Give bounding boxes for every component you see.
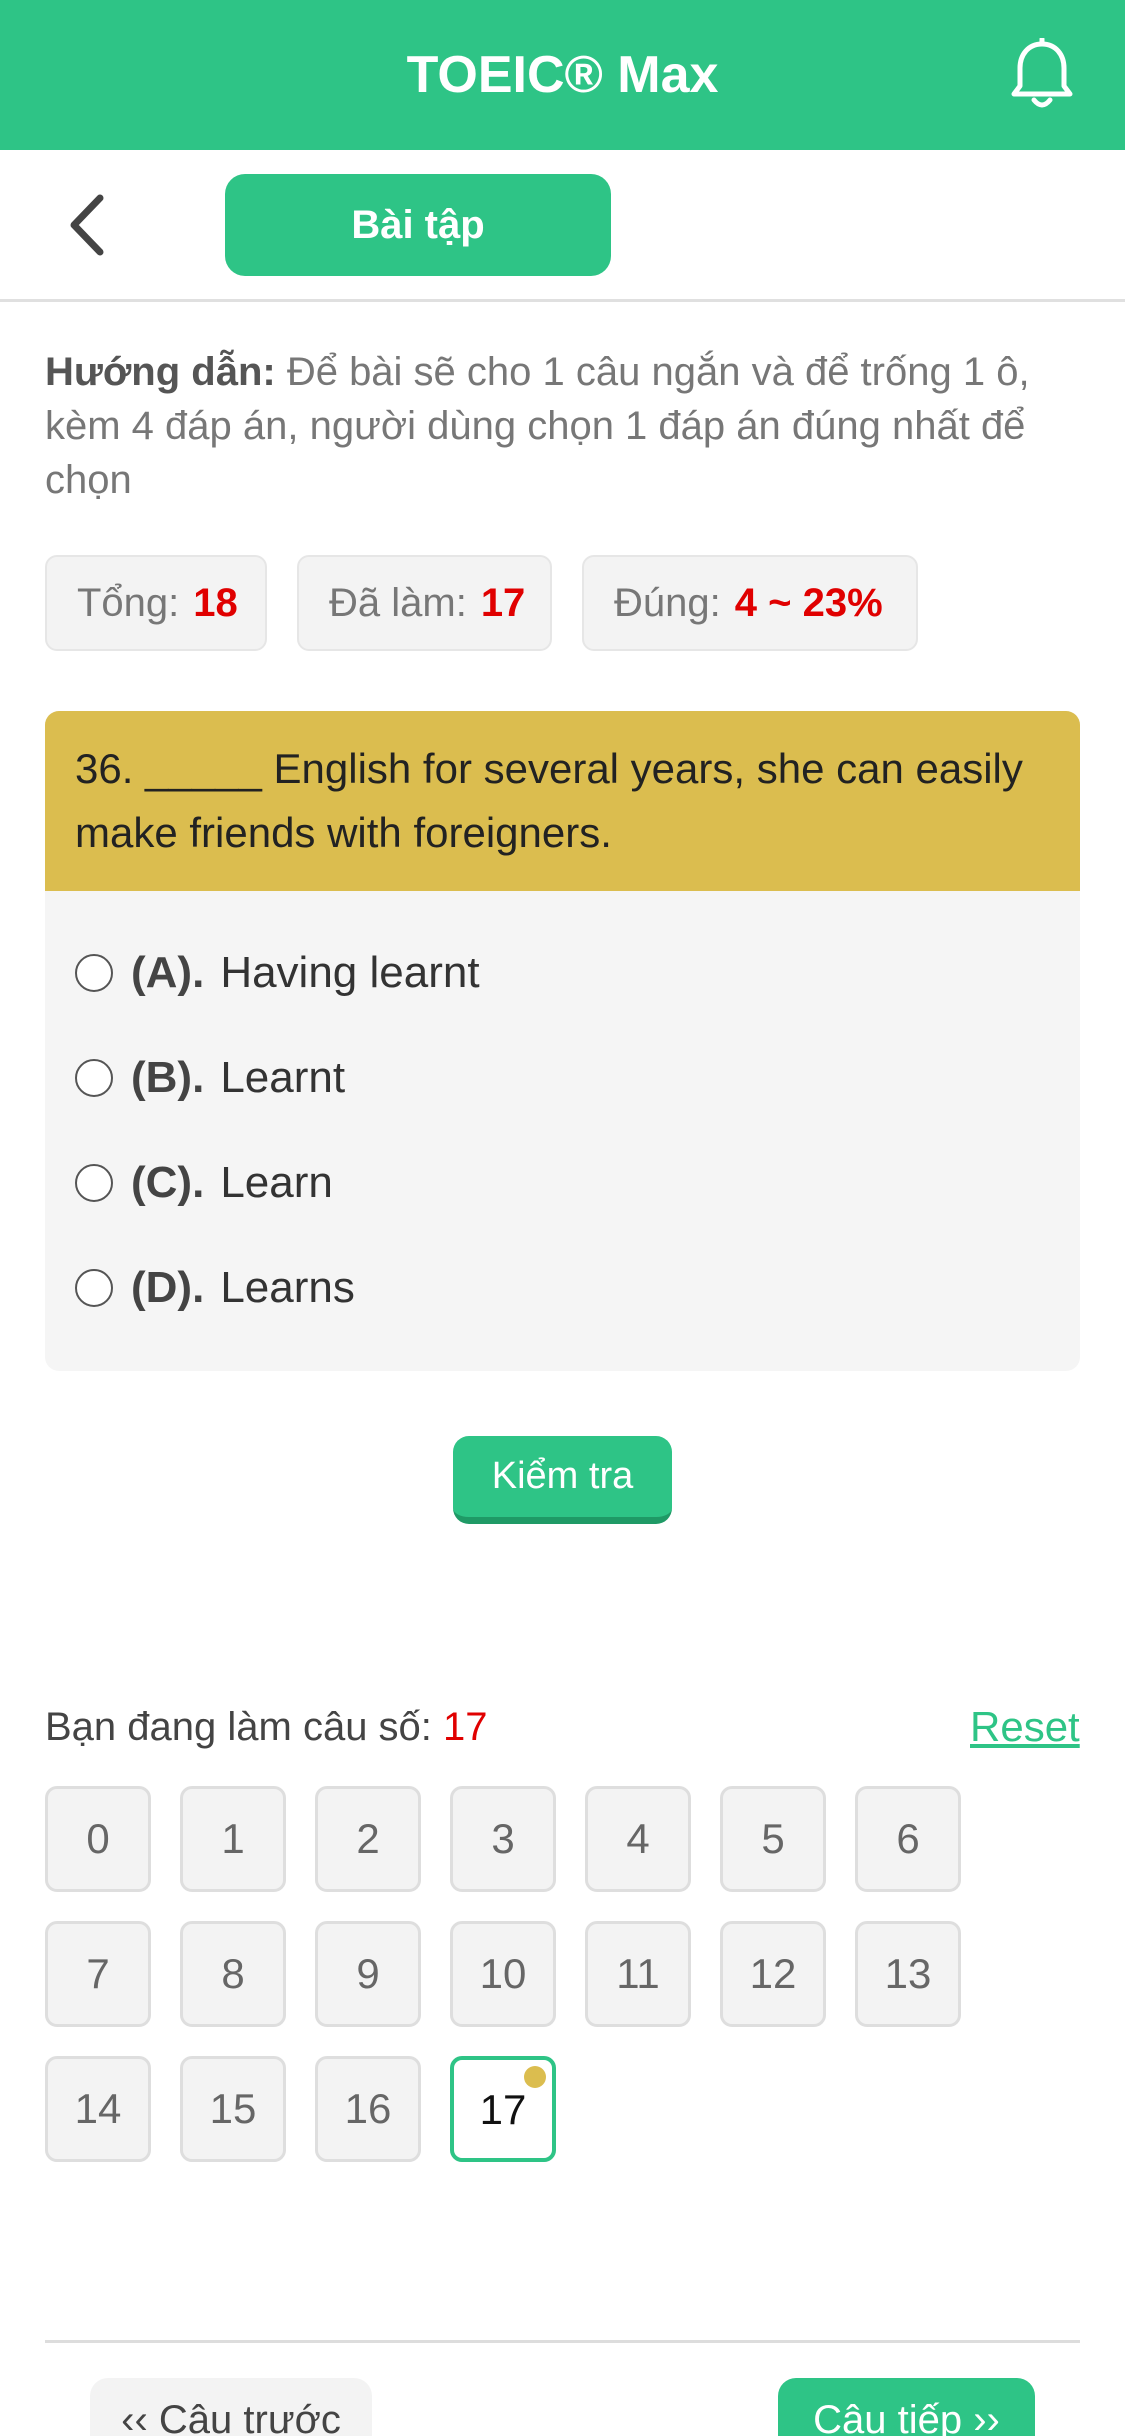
stat-correct: Đúng: 4 ~ 23% (582, 555, 918, 651)
option-label: (D). (131, 1263, 205, 1312)
question-number-button[interactable]: 2 (315, 1786, 421, 1892)
option-d[interactable]: (D). Learns (75, 1253, 355, 1323)
radio-button[interactable] (75, 1059, 113, 1097)
question-number-button[interactable]: 16 (315, 2056, 421, 2162)
question-number-button[interactable]: 12 (720, 1921, 826, 2027)
question-number-button[interactable]: 11 (585, 1921, 691, 2027)
option-label: (C). (131, 1158, 205, 1207)
question-number-button[interactable]: 4 (585, 1786, 691, 1892)
divider (45, 2340, 1080, 2343)
option-text: Having learnt (220, 948, 480, 997)
instructions: Hướng dẫn: Để bài sẽ cho 1 câu ngắn và đ… (45, 345, 1085, 507)
question-number-button[interactable]: 7 (45, 1921, 151, 2027)
stat-total-value: 18 (193, 581, 238, 625)
chevron-left-icon[interactable] (60, 190, 120, 260)
stat-done-label: Đã làm: (329, 581, 467, 625)
stat-done-value: 17 (480, 581, 526, 625)
question-text: 36. _____ English for several years, she… (45, 711, 1080, 891)
stat-correct-value: 4 ~ 23% (734, 581, 883, 625)
option-text: Learn (220, 1158, 333, 1207)
option-label: (B). (131, 1053, 205, 1102)
question-card: 36. _____ English for several years, she… (45, 711, 1080, 1371)
option-text: Learnt (220, 1053, 346, 1102)
radio-button[interactable] (75, 954, 113, 992)
option-a[interactable]: (A). Having learnt (75, 938, 480, 1008)
previous-question-button[interactable]: ‹‹ Câu trước (90, 2378, 372, 2436)
progress-label-text: Bạn đang làm câu số: (45, 1705, 432, 1749)
question-number-button[interactable]: 6 (855, 1786, 961, 1892)
option-label: (A). (131, 948, 205, 997)
radio-button[interactable] (75, 1164, 113, 1202)
sub-toolbar: Bài tập (0, 150, 1125, 302)
question-number-label: 17 (479, 2086, 527, 2133)
question-number-button[interactable]: 14 (45, 2056, 151, 2162)
check-button[interactable]: Kiểm tra (453, 1436, 672, 1524)
question-number-button[interactable]: 13 (855, 1921, 961, 2027)
current-indicator-dot (524, 2066, 546, 2088)
question-number-button[interactable]: 0 (45, 1786, 151, 1892)
question-number-button[interactable]: 1 (180, 1786, 286, 1892)
question-number-button[interactable]: 5 (720, 1786, 826, 1892)
question-number-button-active[interactable]: 17 (450, 2056, 556, 2162)
progress-label: Bạn đang làm câu số: 17 (45, 1700, 488, 1754)
question-number-button[interactable]: 10 (450, 1921, 556, 2027)
next-question-button[interactable]: Câu tiếp ›› (778, 2378, 1035, 2436)
stat-done: Đã làm: 17 (297, 555, 552, 651)
stat-total: Tổng: 18 (45, 555, 267, 651)
option-b[interactable]: (B). Learnt (75, 1043, 345, 1113)
app-title: TOEIC® Max (406, 46, 719, 104)
question-number-button[interactable]: 15 (180, 2056, 286, 2162)
stat-total-label: Tổng: (77, 581, 180, 625)
app-bar: TOEIC® Max (0, 0, 1125, 150)
question-number-button[interactable]: 3 (450, 1786, 556, 1892)
current-question-number: 17 (443, 1705, 488, 1749)
tab-bai-tap[interactable]: Bài tập (225, 174, 611, 276)
bell-icon[interactable] (1010, 36, 1074, 112)
instructions-label: Hướng dẫn: (45, 350, 276, 394)
radio-button[interactable] (75, 1269, 113, 1307)
question-number-button[interactable]: 9 (315, 1921, 421, 2027)
option-text: Learns (220, 1263, 355, 1312)
reset-link[interactable]: Reset (970, 1700, 1080, 1754)
stat-correct-label: Đúng: (614, 581, 721, 625)
question-number-button[interactable]: 8 (180, 1921, 286, 2027)
option-c[interactable]: (C). Learn (75, 1148, 333, 1218)
